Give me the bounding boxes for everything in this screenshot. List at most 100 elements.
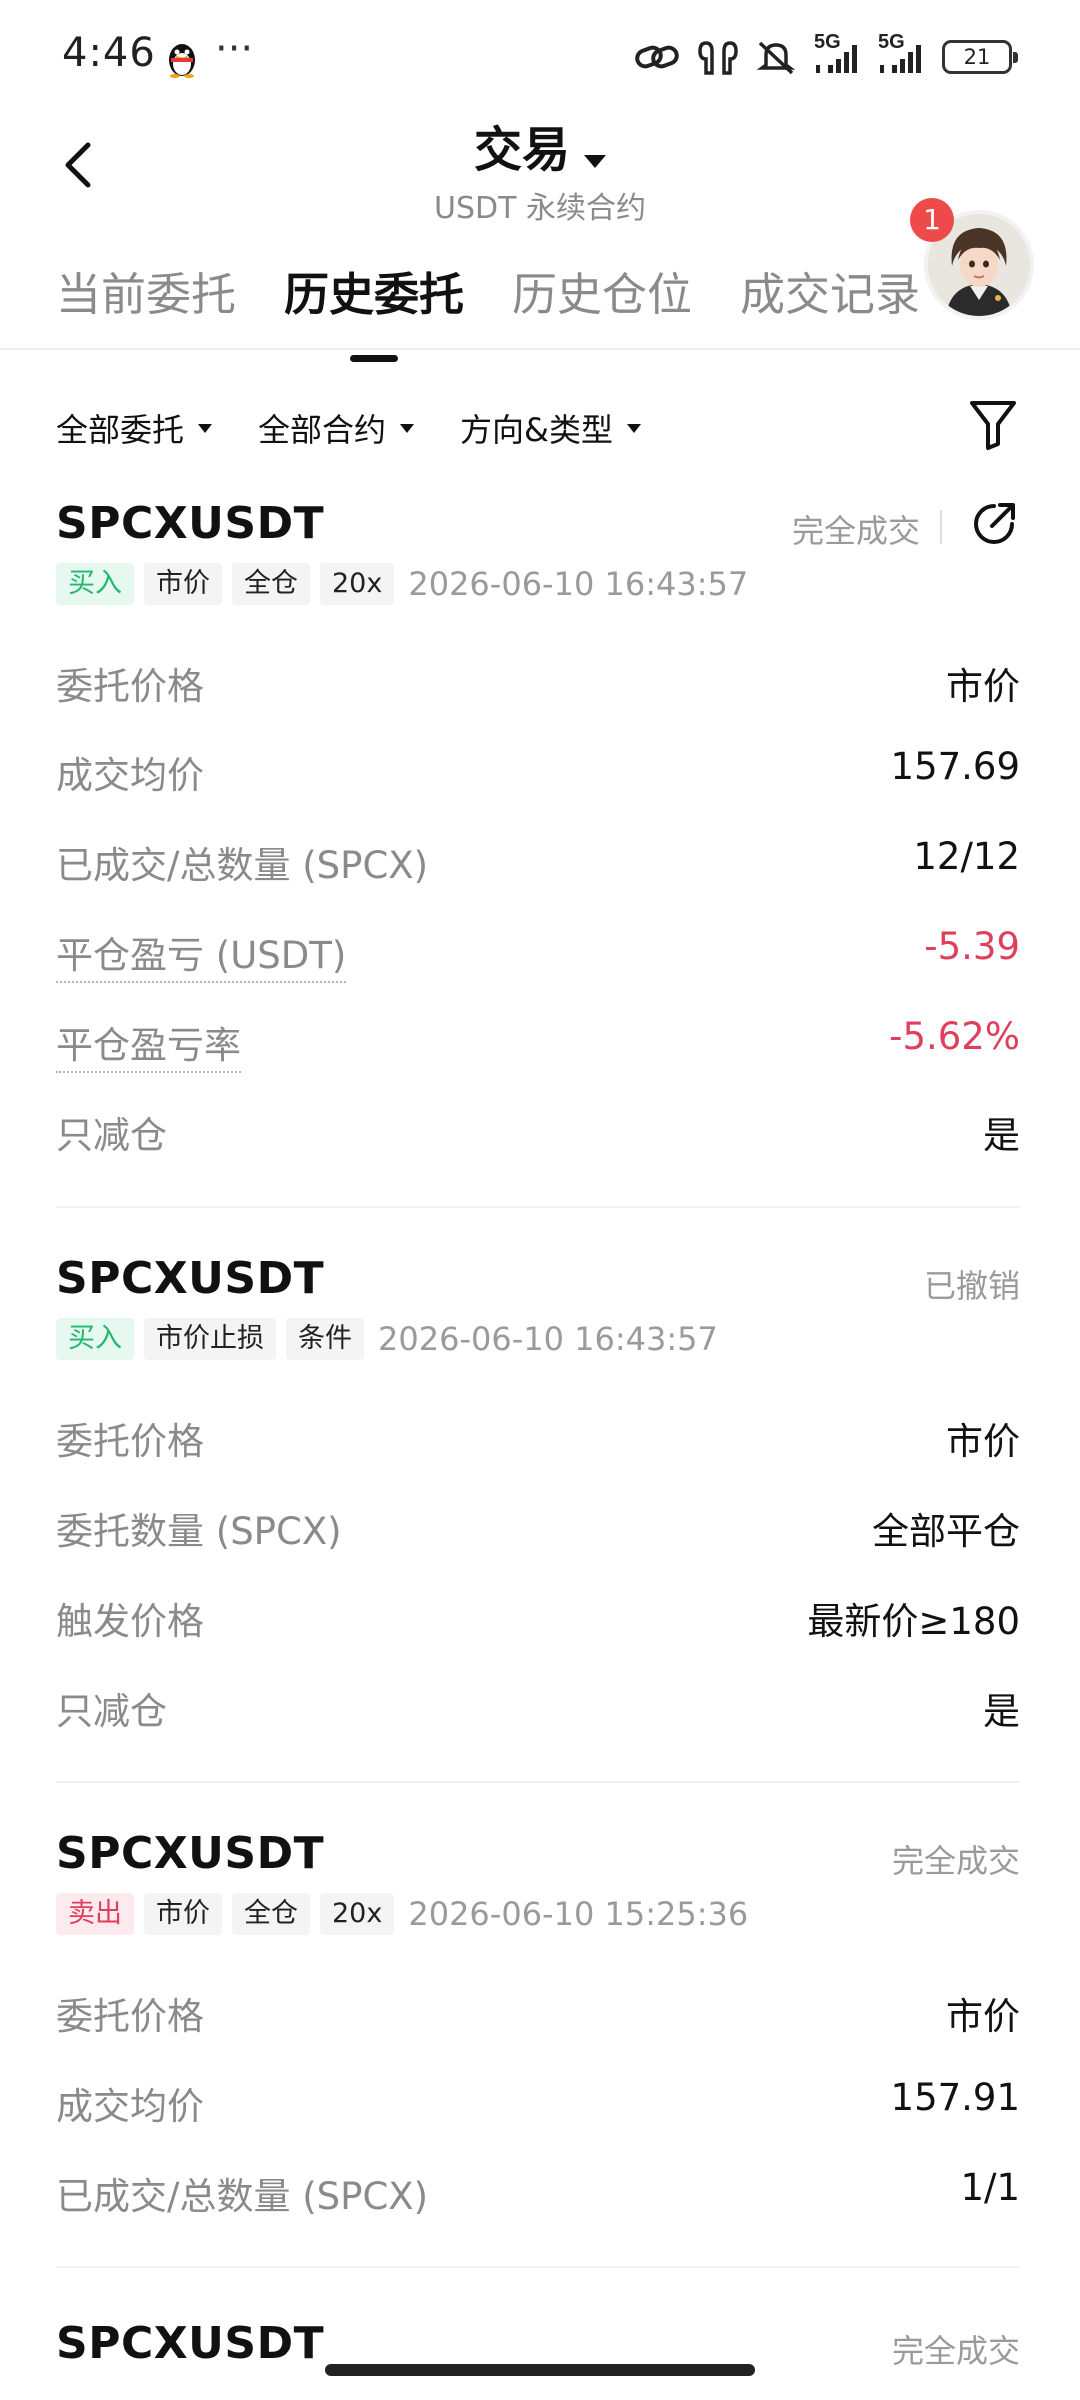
row-value: 12/12 — [913, 835, 1020, 878]
signal-5g-icon-2: 5G — [878, 31, 924, 77]
earbuds-icon — [698, 37, 738, 77]
tab-label: 当前委托 — [56, 268, 237, 321]
order-card[interactable]: SPCXUSDT 完全成交 — [56, 2318, 1020, 2400]
order-symbol: SPCXUSDT — [56, 2318, 325, 2369]
page-title: 交易 — [473, 122, 570, 178]
row-value: 市价 — [946, 665, 1020, 708]
tab-order-history[interactable]: 历史委托 — [284, 258, 465, 362]
detail-row: 已成交/总数量 (SPCX) 12/12 — [56, 835, 1020, 895]
side-tag-buy: 买入 — [56, 563, 134, 605]
row-label: 已成交/总数量 (SPCX) — [56, 2175, 429, 2218]
condition-tag: 条件 — [286, 1318, 364, 1360]
filter-contract[interactable]: 全部合约 — [258, 405, 415, 451]
leverage-tag: 20x — [320, 1893, 395, 1935]
assistant-avatar-button[interactable]: 1 — [910, 198, 1034, 320]
row-value: 全部平仓 — [872, 1510, 1020, 1553]
order-card[interactable]: SPCXUSDT 完全成交 卖出 市价 全仓 20x 2026-06-10 15… — [56, 1828, 1020, 2248]
leverage-tag: 20x — [320, 563, 395, 605]
detail-row: 委托数量 (SPCX) 全部平仓 — [56, 1501, 1020, 1561]
row-label: 触发价格 — [56, 1600, 204, 1643]
row-label: 成交均价 — [56, 2085, 204, 2128]
tab-label: 历史仓位 — [512, 268, 693, 321]
row-value: 157.91 — [890, 2076, 1020, 2119]
row-value: 最新价≥180 — [807, 1600, 1020, 1643]
page: 4:46 ··· 5G 5G 21 交易 USDT 永续合约 当前委托 历史委托… — [0, 0, 1080, 2400]
active-tab-indicator — [350, 355, 399, 362]
order-tabs: 当前委托 历史委托 历史仓位 成交记录 — [56, 258, 968, 362]
filter-direction-type[interactable]: 方向&类型 — [460, 405, 641, 451]
status-time: 4:46 — [62, 30, 156, 76]
row-value-negative: -5.62% — [889, 1015, 1020, 1058]
divider — [940, 510, 942, 544]
divider — [56, 2266, 1020, 2268]
row-label: 成交均价 — [56, 754, 204, 797]
detail-row: 委托价格 市价 — [56, 656, 1020, 716]
mute-bell-icon — [756, 37, 796, 77]
filter-label: 方向&类型 — [460, 411, 613, 449]
order-symbol: SPCXUSDT — [56, 498, 325, 549]
order-time: 2026-06-10 16:43:57 — [408, 565, 749, 603]
tab-label: 历史委托 — [284, 268, 465, 321]
row-label-tooltip[interactable]: 平仓盈亏 (USDT) — [56, 925, 347, 983]
tab-current-orders[interactable]: 当前委托 — [56, 258, 236, 328]
detail-row: 只减仓 是 — [56, 1681, 1020, 1741]
detail-row: 已成交/总数量 (SPCX) 1/1 — [56, 2166, 1020, 2226]
divider — [0, 348, 1080, 350]
signal-5g-icon-1: 5G — [814, 31, 860, 77]
order-tags: 买入 市价 全仓 20x 2026-06-10 16:43:57 — [56, 562, 748, 606]
tab-label: 成交记录 — [740, 268, 921, 321]
row-value: 157.69 — [890, 745, 1020, 788]
battery-icon: 21 — [942, 40, 1018, 74]
caret-down-icon — [198, 423, 213, 433]
share-icon[interactable] — [968, 498, 1020, 550]
row-label: 只减仓 — [56, 1114, 167, 1157]
row-label: 委托价格 — [56, 665, 204, 708]
order-type-tag: 市价止损 — [144, 1318, 276, 1360]
row-label: 委托数量 (SPCX) — [56, 1510, 342, 1553]
more-notifications-icon: ··· — [215, 26, 254, 72]
filter-label: 全部委托 — [56, 411, 185, 449]
caret-down-icon — [584, 155, 606, 168]
order-time: 2026-06-10 16:43:57 — [378, 1320, 718, 1358]
order-status: 完全成交 — [891, 1842, 1020, 1880]
detail-row: 成交均价 157.91 — [56, 2076, 1020, 2136]
title-dropdown[interactable]: 交易 — [0, 110, 1080, 180]
notification-badge: 1 — [910, 198, 954, 242]
link-icon — [634, 39, 680, 75]
row-value: 1/1 — [960, 2166, 1020, 2209]
detail-row: 委托价格 市价 — [56, 1411, 1020, 1471]
order-tags: 买入 市价止损 条件 2026-06-10 16:43:57 — [56, 1317, 718, 1361]
row-value: 市价 — [946, 1420, 1020, 1463]
detail-row: 成交均价 157.69 — [56, 745, 1020, 805]
order-card[interactable]: SPCXUSDT 已撤销 买入 市价止损 条件 2026-06-10 16:43… — [56, 1253, 1020, 1773]
status-bar: 4:46 ··· 5G 5G 21 — [0, 0, 1080, 118]
row-label: 委托价格 — [56, 1420, 204, 1463]
battery-level: 21 — [963, 45, 991, 69]
tab-position-history[interactable]: 历史仓位 — [512, 258, 692, 328]
filter-label: 全部合约 — [258, 411, 387, 449]
row-value: 市价 — [946, 1995, 1020, 2038]
row-label: 委托价格 — [56, 1995, 204, 2038]
order-status: 完全成交 — [791, 512, 920, 550]
detail-row: 触发价格 最新价≥180 — [56, 1591, 1020, 1651]
row-value: 是 — [983, 1114, 1020, 1157]
tab-trade-records[interactable]: 成交记录 — [740, 258, 920, 328]
detail-row: 只减仓 是 — [56, 1105, 1020, 1165]
row-label-tooltip[interactable]: 平仓盈亏率 — [56, 1015, 241, 1073]
order-symbol: SPCXUSDT — [56, 1828, 325, 1879]
row-value: 是 — [983, 1690, 1020, 1733]
detail-row: 平仓盈亏 (USDT) -5.39 — [56, 925, 1020, 985]
divider — [56, 1781, 1020, 1783]
margin-mode-tag: 全仓 — [232, 563, 310, 605]
filter-order-type[interactable]: 全部委托 — [56, 405, 213, 451]
detail-row: 平仓盈亏率 -5.62% — [56, 1015, 1020, 1075]
order-type-tag: 市价 — [144, 1893, 222, 1935]
home-indicator[interactable] — [325, 2364, 755, 2376]
status-icons: 5G 5G 21 — [634, 31, 1018, 80]
order-card[interactable]: SPCXUSDT 完全成交 买入 市价 全仓 20x 2026-06-10 16… — [56, 498, 1020, 1188]
divider — [56, 1206, 1020, 1208]
row-value-negative: -5.39 — [924, 925, 1020, 968]
filter-funnel-icon[interactable] — [968, 398, 1018, 452]
order-tags: 卖出 市价 全仓 20x 2026-06-10 15:25:36 — [56, 1892, 748, 1936]
detail-row: 委托价格 市价 — [56, 1986, 1020, 2046]
